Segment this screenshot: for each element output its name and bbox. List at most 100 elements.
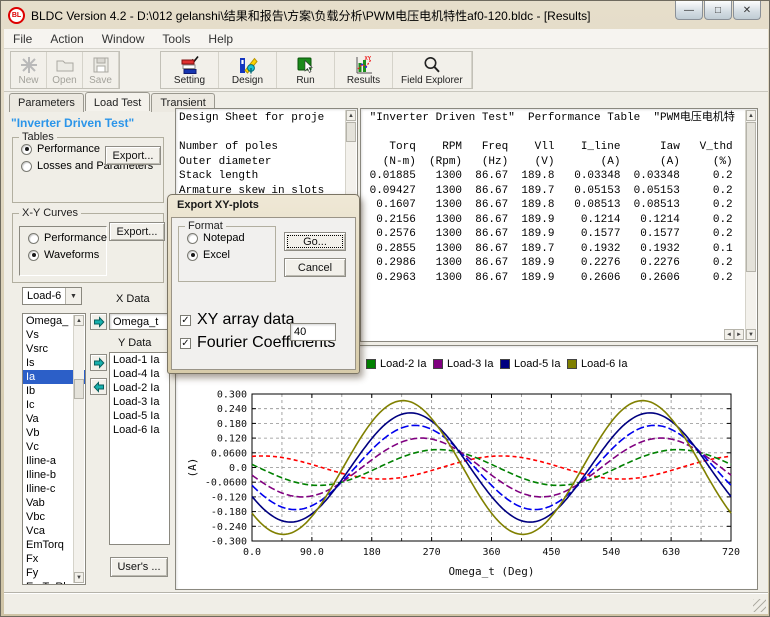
scroll-down-icon[interactable]: ▼: [74, 572, 84, 583]
arrow-right-icon: [93, 316, 105, 328]
svg-text:-0.180: -0.180: [211, 507, 247, 518]
checkbox-icon: ✓: [180, 338, 191, 349]
load-select[interactable]: Load-6 ▼: [22, 287, 82, 305]
tables-groupbox: Tables PerformanceLosses and Parameters …: [12, 137, 164, 203]
resize-grip[interactable]: [753, 599, 766, 612]
scrollbar-thumb[interactable]: [346, 122, 356, 142]
option-label: Performance: [37, 143, 100, 155]
radio-performance[interactable]: Performance: [28, 232, 106, 244]
status-text: [4, 598, 10, 610]
toolbar: NewOpenSave Setting Design RunXYResultsFie…: [4, 49, 768, 92]
performance-table-text: "Inverter Driven Test" Performance Table…: [361, 109, 757, 285]
variables-list[interactable]: Omega_VsVsrcIsIaIbIcVaVbVcIline-aIline-b…: [22, 313, 86, 585]
scrollbar-thumb[interactable]: [746, 122, 756, 272]
list-item-load-2-ia[interactable]: Load-2 Ia: [110, 381, 169, 395]
run-button[interactable]: Run: [277, 52, 335, 88]
svg-text:-0.0600: -0.0600: [205, 478, 247, 489]
client-area: ParametersLoad TestTransient "Inverter D…: [4, 92, 768, 593]
checkbox-icon: ✓: [180, 315, 191, 326]
remove-y-button[interactable]: [90, 378, 107, 395]
arrow-left-icon: [93, 381, 105, 393]
list-item-load-4-ia[interactable]: Load-4 Ia: [110, 367, 169, 381]
scrollbar-thumb[interactable]: [74, 379, 84, 399]
assign-x-button[interactable]: [90, 313, 107, 330]
tab-load-test[interactable]: Load Test: [85, 92, 151, 111]
scroll-right-icon[interactable]: ►: [734, 329, 744, 340]
scroll-up-icon[interactable]: ▲: [346, 110, 356, 121]
cancel-button[interactable]: Cancel: [284, 258, 346, 277]
design-icon: [238, 55, 258, 75]
minimize-icon: —: [684, 5, 694, 16]
scroll-down-icon[interactable]: ▼: [746, 329, 756, 340]
setting-icon: [180, 55, 200, 75]
chevron-down-icon: ▼: [70, 293, 77, 300]
menu-file[interactable]: File: [4, 30, 41, 48]
list-item-load-3-ia[interactable]: Load-3 Ia: [110, 395, 169, 409]
add-y-button[interactable]: [90, 354, 107, 371]
scroll-up-icon[interactable]: ▲: [74, 315, 84, 326]
list-item-load-1-ia[interactable]: Load-1 Ia: [110, 353, 169, 367]
menu-window[interactable]: Window: [93, 30, 154, 48]
radio-waveforms[interactable]: Waveforms: [28, 249, 106, 261]
tab-parameters[interactable]: Parameters: [9, 93, 84, 112]
window-title: BLDC Version 4.2 - D:\012 gelanshi\结果和报告…: [31, 7, 591, 24]
radio-icon: [21, 161, 32, 172]
maximize-button[interactable]: □: [704, 1, 732, 20]
minimize-button[interactable]: —: [675, 1, 703, 20]
menu-action[interactable]: Action: [41, 30, 92, 48]
tables-export-button[interactable]: Export...: [105, 146, 161, 165]
table-scrollbar[interactable]: ▲ ▼: [745, 110, 756, 340]
go-button[interactable]: Go...: [284, 232, 346, 251]
menu-bar: FileActionWindowToolsHelp: [4, 29, 768, 49]
scroll-up-icon[interactable]: ▲: [746, 110, 756, 121]
svg-text:90.0: 90.0: [300, 547, 324, 558]
variables-scrollbar[interactable]: ▲▼: [73, 315, 84, 583]
svg-text:540: 540: [602, 547, 620, 558]
run-icon: [296, 55, 316, 75]
results-icon: XY: [354, 55, 374, 75]
option-label: Excel: [203, 249, 230, 261]
x-data-field[interactable]: Omega_t: [109, 313, 170, 330]
toolbar-button-label: Save: [89, 75, 112, 86]
combo-dropdown-button[interactable]: ▼: [65, 288, 81, 304]
design-button[interactable]: Design: [219, 52, 277, 88]
toolbar-file-group: NewOpenSave: [10, 51, 120, 89]
toolbar-button-label: Design: [232, 75, 263, 86]
menu-tools[interactable]: Tools: [153, 30, 199, 48]
field-explorer-button[interactable]: Field Explorer: [393, 52, 472, 88]
svg-text:0.300: 0.300: [217, 390, 247, 401]
svg-text:0.0: 0.0: [229, 463, 247, 474]
menu-help[interactable]: Help: [199, 30, 242, 48]
close-button[interactable]: ✕: [733, 1, 761, 20]
list-item-load-5-ia[interactable]: Load-5 Ia: [110, 409, 169, 423]
open-icon: [55, 55, 75, 75]
radio-icon: [187, 250, 198, 261]
svg-text:270: 270: [423, 547, 441, 558]
svg-text:-0.120: -0.120: [211, 492, 247, 503]
radio-notepad[interactable]: Notepad: [187, 232, 275, 244]
performance-table-pane: "Inverter Driven Test" Performance Table…: [360, 108, 758, 342]
list-item-load-6-ia[interactable]: Load-6 Ia: [110, 423, 169, 437]
save-icon: [91, 55, 111, 75]
test-subtitle: "Inverter Driven Test": [11, 116, 134, 130]
radio-icon: [21, 144, 32, 155]
dialog-body: Format NotepadExcel Go... Cancel ✓XY arr…: [171, 217, 356, 370]
y-data-list[interactable]: Load-1 IaLoad-4 IaLoad-2 IaLoad-3 IaLoad…: [109, 352, 170, 545]
load-select-value: Load-6: [23, 288, 65, 304]
results-button[interactable]: XYResults: [335, 52, 393, 88]
svg-text:180: 180: [363, 547, 381, 558]
radio-icon: [187, 233, 198, 244]
xy-export-button[interactable]: Export...: [109, 222, 165, 241]
users-button[interactable]: User's ...: [110, 557, 168, 577]
setting-button[interactable]: Setting: [161, 52, 219, 88]
scroll-left-icon[interactable]: ◄: [724, 329, 734, 340]
x-data-label: X Data: [116, 293, 150, 305]
xy-options: Performance Waveforms: [20, 232, 106, 261]
svg-text:0.0600: 0.0600: [211, 448, 247, 459]
fourier-coefficients-input[interactable]: [290, 323, 336, 341]
svg-text:Omega_t (Deg): Omega_t (Deg): [448, 565, 534, 578]
xy-curves-groupbox: X-Y Curves PerformanceWaveforms Export..…: [12, 213, 164, 283]
dialog-title: Export XY-plots: [177, 199, 259, 211]
table-h-scrollbar[interactable]: ◄ ►: [724, 329, 744, 340]
radio-excel[interactable]: Excel: [187, 249, 275, 261]
